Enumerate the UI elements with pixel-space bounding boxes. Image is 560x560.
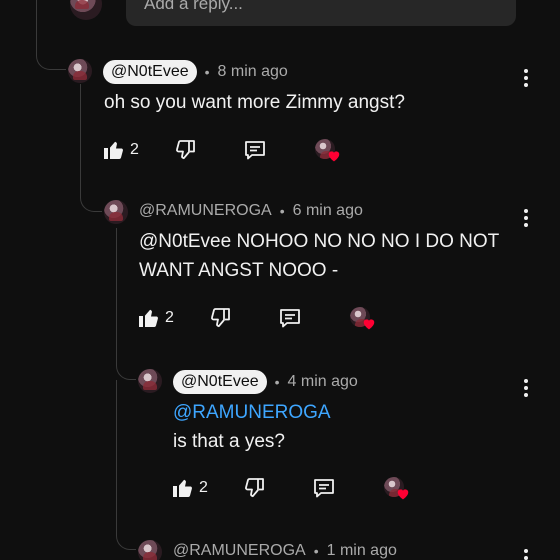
- reply-input[interactable]: Add a reply...: [126, 0, 516, 26]
- creator-heart-icon: [362, 317, 376, 330]
- separator-dot: •: [279, 203, 285, 219]
- comment-actions: 2: [137, 304, 372, 332]
- comment-text: oh so you want more Zimmy angst?: [104, 88, 405, 117]
- thumbs-up-icon: [137, 306, 161, 330]
- comment-line: @N0tEvee NOHOO NO NO NO I DO NOT: [139, 231, 500, 252]
- like-count: 2: [199, 479, 208, 496]
- separator-dot: •: [274, 374, 280, 390]
- creator-heart: [314, 139, 337, 161]
- more-vert-icon: [516, 66, 536, 90]
- thread-connector-1: [36, 40, 66, 70]
- more-options-button[interactable]: [516, 206, 536, 230]
- creator-heart: [349, 307, 372, 329]
- comment-actions: 2: [102, 136, 337, 164]
- thread-line-level-3: [116, 228, 117, 352]
- avatar[interactable]: [138, 540, 162, 560]
- like-count: 2: [165, 309, 174, 326]
- comment-header: @N0tEvee • 8 min ago: [103, 60, 288, 84]
- reply-button[interactable]: [278, 306, 302, 330]
- comment-actions: 2: [171, 474, 406, 502]
- comment-thread: Add a reply... @N0tEvee • 8 min ago oh s…: [0, 0, 560, 560]
- thumbs-down-icon: [208, 306, 232, 330]
- reply-input-placeholder: Add a reply...: [144, 0, 243, 13]
- like-button[interactable]: 2: [102, 138, 139, 162]
- comment-text: @N0tEvee NOHOO NO NO NO I DO NOT WANT AN…: [139, 227, 499, 285]
- more-vert-icon: [516, 546, 536, 560]
- reply-button[interactable]: [243, 138, 267, 162]
- comment-time[interactable]: 4 min ago: [288, 373, 358, 391]
- more-options-button[interactable]: [516, 66, 536, 90]
- author-handle[interactable]: @N0tEvee: [103, 60, 197, 84]
- thread-connector-2: [80, 182, 102, 212]
- creator-heart-icon: [396, 487, 410, 500]
- thumbs-down-icon: [242, 476, 266, 500]
- reply-comment-icon: [243, 138, 267, 162]
- thumbs-down-icon: [173, 138, 197, 162]
- creator-heart-icon: [327, 149, 341, 162]
- comment-time[interactable]: 8 min ago: [218, 63, 288, 81]
- dislike-button[interactable]: [242, 476, 266, 500]
- comment-time[interactable]: 1 min ago: [327, 542, 397, 560]
- creator-heart: [383, 477, 406, 499]
- avatar[interactable]: [68, 59, 92, 83]
- thread-line-level-3b: [116, 380, 117, 530]
- author-handle[interactable]: @RAMUNEROGA: [139, 202, 272, 220]
- reply-comment-icon: [312, 476, 336, 500]
- thread-connector-4: [116, 520, 136, 550]
- thread-line-level-2: [80, 84, 81, 194]
- comment-line: WANT ANGST NOOO -: [139, 260, 339, 281]
- comment-header: @N0tEvee • 4 min ago: [173, 370, 358, 394]
- more-options-button[interactable]: [516, 546, 536, 560]
- thumbs-up-icon: [171, 476, 195, 500]
- author-handle[interactable]: @N0tEvee: [173, 370, 267, 394]
- more-vert-icon: [516, 206, 536, 230]
- comment-line: oh so you want more Zimmy angst?: [104, 92, 405, 113]
- comment-text: @RAMUNEROGA is that a yes?: [173, 398, 331, 456]
- comment-header: @RAMUNEROGA • 1 min ago: [173, 542, 397, 560]
- comment-line: is that a yes?: [173, 431, 285, 452]
- author-handle[interactable]: @RAMUNEROGA: [173, 542, 306, 560]
- mention-link[interactable]: @RAMUNEROGA: [173, 398, 331, 427]
- like-button[interactable]: 2: [171, 476, 208, 500]
- thumbs-up-icon: [102, 138, 126, 162]
- separator-dot: •: [204, 64, 210, 80]
- avatar[interactable]: [138, 369, 162, 393]
- comment-time[interactable]: 6 min ago: [293, 202, 363, 220]
- separator-dot: •: [313, 543, 319, 559]
- like-count: 2: [130, 141, 139, 158]
- more-vert-icon: [516, 376, 536, 400]
- comment-header: @RAMUNEROGA • 6 min ago: [139, 202, 363, 220]
- dislike-button[interactable]: [173, 138, 197, 162]
- dislike-button[interactable]: [208, 306, 232, 330]
- reply-button[interactable]: [312, 476, 336, 500]
- more-options-button[interactable]: [516, 376, 536, 400]
- like-button[interactable]: 2: [137, 306, 174, 330]
- avatar[interactable]: [104, 200, 128, 224]
- thread-connector-3: [116, 350, 136, 380]
- reply-comment-icon: [278, 306, 302, 330]
- avatar[interactable]: [70, 0, 102, 20]
